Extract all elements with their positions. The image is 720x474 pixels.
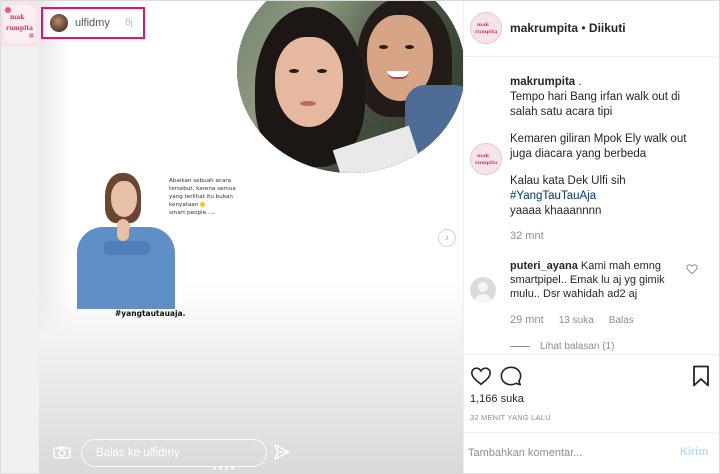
caption-suffix: . [575, 76, 582, 88]
avatar-logo-text: rumpita [475, 160, 498, 166]
send-icon[interactable] [273, 443, 291, 461]
caption-paragraph: Kemaren giliran Mpok Ely walk out juga d… [510, 133, 687, 160]
avatar-logo-text: rumpita [475, 29, 498, 35]
caption-hashtag-link[interactable]: #YangTauTauAja [510, 190, 596, 202]
post-likes-count[interactable]: 1,166 suka [470, 393, 524, 405]
story-reply-bar [51, 439, 455, 470]
author-line: makrumpita • Diikuti [510, 21, 626, 35]
story-user-avatar[interactable] [49, 13, 69, 33]
caption-paragraph: yaaaa khaaannnn [510, 205, 602, 217]
story-viewer[interactable]: Abaikan sebuah acara tersebut, karena se… [39, 1, 463, 473]
thinking-woman-photo [69, 171, 183, 309]
next-story-arrow-icon[interactable]: › [438, 229, 456, 247]
header-separator: • [578, 21, 589, 35]
post-header: mak rumpita makrumpita • Diikuti [464, 1, 720, 57]
caption-timestamp: 32 mnt [510, 230, 544, 242]
selfie-photo [237, 1, 463, 173]
avatar-logo-text: mak [477, 22, 489, 28]
post-panel: mak rumpita makrumpita • Diikuti mak rum… [463, 1, 720, 473]
avatar-logo-text: mak [477, 153, 489, 159]
comment-reply-button[interactable]: Balas [609, 315, 634, 326]
post-timestamp: 32 MENIT YANG LALU [470, 413, 551, 422]
post-comment-button[interactable]: Kirim [680, 446, 708, 458]
logo-decoration [29, 33, 34, 38]
story-quote-text: Abaikan sebuah acara tersebut, karena se… [169, 177, 261, 217]
commenter-avatar[interactable] [470, 277, 496, 303]
story-header[interactable]: ulfidmy 8j [41, 7, 145, 39]
brand-logo: mak rumpita [1, 1, 39, 47]
quote-line: kenyataan [169, 202, 199, 208]
logo-decoration [5, 7, 11, 13]
post-actions: 1,166 suka 32 MENIT YANG LALU [464, 354, 720, 432]
quote-line: smart people..... [169, 210, 215, 216]
author-username[interactable]: makrumpita [510, 21, 578, 35]
replies-divider-line [510, 345, 530, 347]
caption-paragraph: Tempo hari Bang irfan walk out di salah … [510, 91, 681, 118]
logo-text-line1: mak [10, 14, 25, 21]
caption-author-avatar[interactable]: mak rumpita [470, 143, 502, 175]
view-replies-button[interactable]: Lihat balasan (1) [510, 341, 615, 352]
commenter-username[interactable]: puteri_ayana [510, 260, 578, 272]
author-avatar[interactable]: mak rumpita [470, 12, 502, 44]
add-comment-input[interactable] [468, 442, 668, 464]
comment-bubble-icon[interactable] [500, 365, 522, 387]
comment-likes-count[interactable]: 13 suka [559, 315, 594, 326]
logo-text-line2: rumpita [6, 25, 34, 32]
story-timestamp: 8j [125, 17, 133, 28]
view-replies-label[interactable]: Lihat balasan (1) [540, 341, 615, 352]
story-progress-dots [213, 457, 237, 473]
smile-emoji-icon [200, 202, 206, 207]
comment-timestamp: 29 mnt [510, 314, 544, 326]
comment-like-heart-icon[interactable] [686, 263, 698, 275]
quote-line: Abaikan sebuah acara [169, 178, 232, 184]
comment-item: puteri_ayana Kami mah emng smartpipel.. … [510, 259, 686, 301]
post-caption: makrumpita . Tempo hari Bang irfan walk o… [510, 75, 710, 231]
follow-status-button[interactable]: Diikuti [589, 21, 626, 35]
comment-meta: 29 mnt 13 suka Balas [510, 314, 634, 326]
story-reply-input[interactable] [81, 439, 267, 467]
caption-username[interactable]: makrumpita [510, 76, 575, 88]
caption-paragraph: Kalau kata Dek Ulfi sih [510, 175, 626, 187]
add-comment-bar: Kirim [464, 432, 720, 473]
quote-line: yang terlihat itu bukan [169, 194, 233, 200]
left-background [1, 1, 39, 473]
like-heart-icon[interactable] [470, 365, 492, 387]
story-hashtag: #yangtautauaja. [115, 309, 186, 318]
story-username[interactable]: ulfidmy [75, 17, 110, 29]
camera-icon[interactable] [53, 445, 71, 459]
quote-line: tersebut, karena semua [169, 186, 236, 192]
bookmark-icon[interactable] [692, 365, 710, 387]
